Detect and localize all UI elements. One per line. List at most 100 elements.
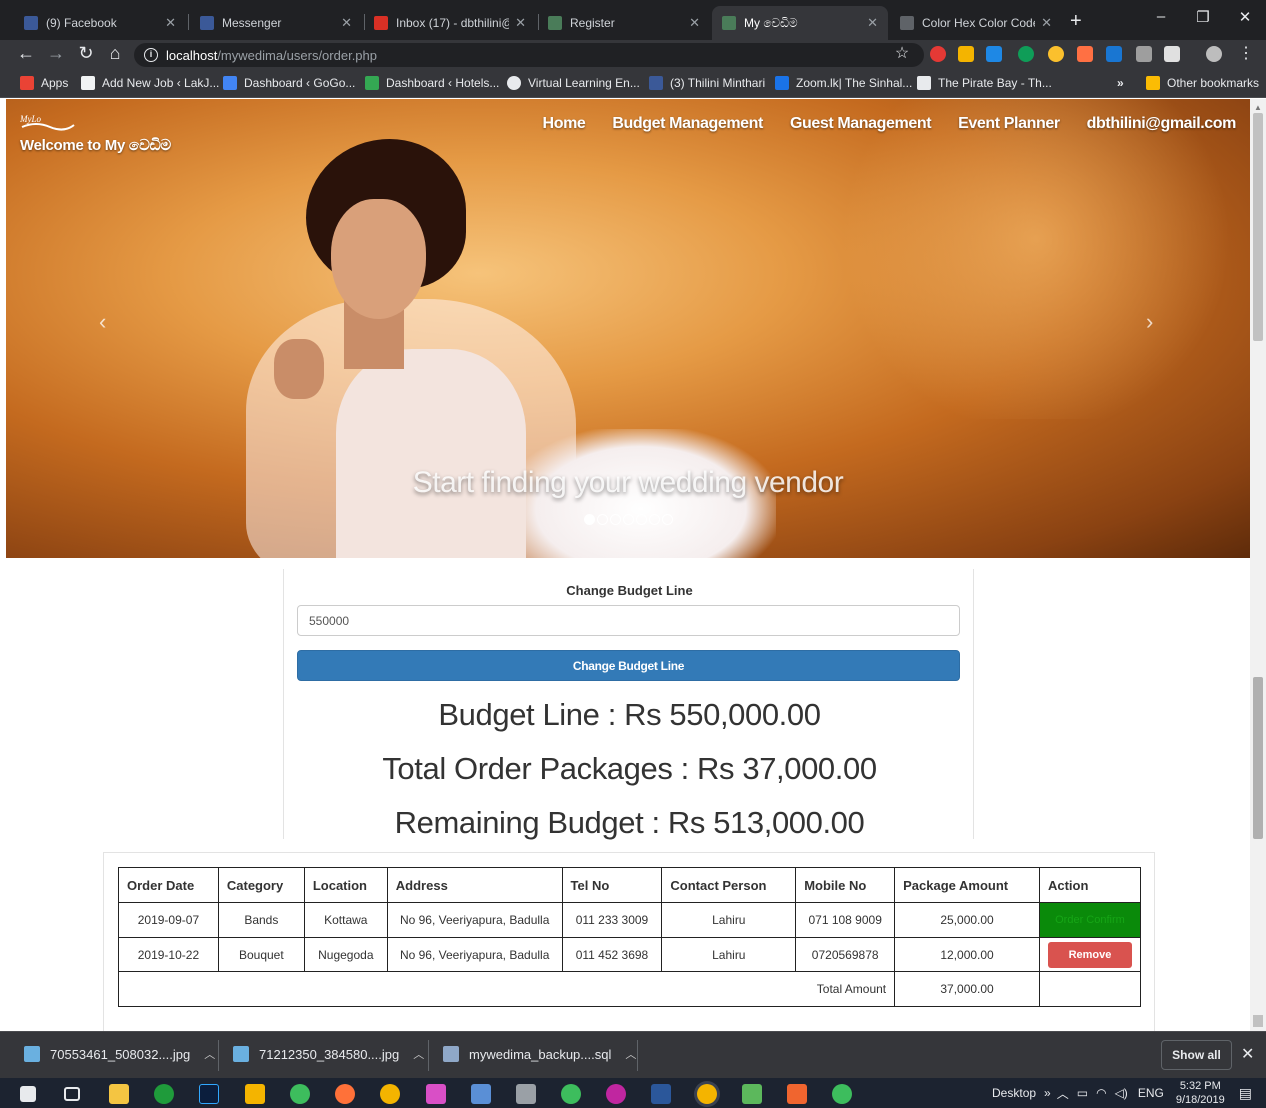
site-logo[interactable]: MyLo [20,113,76,131]
restore-button[interactable]: ❐ [1188,8,1218,26]
download-item[interactable]: 71212350_384580....jpg ︿ [233,1046,424,1062]
back-arrow-icon[interactable]: ← [14,43,38,64]
close-icon[interactable]: ✕ [1041,15,1052,31]
photoshop-icon[interactable] [199,1084,219,1104]
bookmarks-overflow-button[interactable]: » [1117,76,1124,90]
grammarly-icon[interactable] [1018,46,1034,62]
nav-home[interactable]: Home [543,115,586,133]
extension-icon[interactable] [1077,46,1093,62]
app-icon[interactable] [245,1084,265,1104]
bookmark-item[interactable]: Virtual Learning En... [507,76,640,90]
app-icon[interactable] [742,1084,762,1104]
close-icon[interactable]: ✕ [1241,1044,1254,1064]
carousel-dot[interactable] [635,514,647,525]
minimize-button[interactable]: – [1146,8,1176,25]
app-icon[interactable] [787,1084,807,1104]
nav-budget-management[interactable]: Budget Management [612,115,763,133]
scrollbar-thumb[interactable] [1253,113,1263,341]
extension-icon[interactable] [958,46,974,62]
bookmark-item[interactable]: (3) Thilini Minthari [649,76,765,90]
close-icon[interactable]: ✕ [867,15,878,31]
tab-color-codes[interactable]: Color Hex Color Codes ✕ [890,6,1062,40]
budget-line-input[interactable] [297,605,960,636]
carousel-prev-icon[interactable]: ‹ [99,309,106,335]
volume-icon[interactable]: ◁) [1115,1086,1128,1100]
task-view-icon[interactable] [64,1087,80,1101]
app-icon[interactable] [426,1084,446,1104]
show-all-downloads-button[interactable]: Show all [1161,1040,1232,1070]
bookmark-item[interactable]: Add New Job ‹ LakJ... [81,76,219,90]
extension-icon[interactable] [986,46,1002,62]
download-extension-icon[interactable] [1106,46,1122,62]
file-explorer-icon[interactable] [109,1084,129,1104]
info-icon[interactable]: i [144,48,158,62]
tab-facebook[interactable]: (9) Facebook ✕ [14,6,186,40]
bookmark-star-icon[interactable]: ☆ [890,43,914,63]
word-icon[interactable] [651,1084,671,1104]
nav-guest-management[interactable]: Guest Management [790,115,932,133]
download-item[interactable]: mywedima_backup....sql ︿ [443,1046,636,1062]
tab-my-wedima[interactable]: My වෙඩිම ✕ [712,6,888,40]
tab-register[interactable]: Register ✕ [538,6,710,40]
bookmark-item[interactable]: Dashboard ‹ GoGo... [223,76,355,90]
menu-dots-icon[interactable]: ⋮ [1234,43,1258,63]
windows-start-icon[interactable] [20,1086,36,1102]
chevron-up-icon[interactable]: ︿ [204,1046,215,1062]
app-icon[interactable] [516,1084,536,1104]
bookmark-other[interactable]: Other bookmarks [1146,76,1259,90]
extension-icon[interactable] [1164,46,1180,62]
extension-icon[interactable] [1136,46,1152,62]
chevron-up-icon[interactable]: ︿ [413,1046,424,1062]
chrome-icon[interactable] [697,1084,717,1104]
app-icon[interactable] [606,1084,626,1104]
desktop-toolbar-label[interactable]: Desktop [992,1086,1036,1100]
extension-icon[interactable] [930,46,946,62]
app-icon[interactable] [561,1084,581,1104]
new-tab-button[interactable]: + [1070,10,1082,33]
chevron-up-icon[interactable]: ︿ [625,1046,636,1062]
nav-event-planner[interactable]: Event Planner [958,115,1060,133]
carousel-dot[interactable] [622,514,634,525]
page-scrollbar[interactable]: ▲ [1250,99,1266,1031]
close-icon[interactable]: ✕ [689,15,700,31]
carousel-next-icon[interactable]: › [1146,309,1153,335]
close-window-button[interactable]: ✕ [1230,8,1260,26]
tab-messenger[interactable]: Messenger ✕ [190,6,362,40]
close-icon[interactable]: ✕ [165,15,176,31]
chevron-up-icon[interactable]: ︿ [1057,1085,1069,1102]
download-item[interactable]: 70553461_508032....jpg ︿ [24,1046,215,1062]
reload-icon[interactable]: ↻ [74,43,98,64]
address-bar[interactable]: i localhost/mywedima/users/order.php [134,43,924,67]
utorrent-icon[interactable] [154,1084,174,1104]
carousel-dot[interactable] [648,514,660,525]
wifi-icon[interactable]: ◠ [1096,1086,1106,1100]
carousel-dot[interactable] [583,514,595,525]
bookmark-apps[interactable]: Apps [20,76,68,90]
carousel-dot[interactable] [596,514,608,525]
battery-icon[interactable]: ▭ [1077,1086,1088,1100]
notifications-icon[interactable]: ▤ [1239,1085,1252,1102]
clock[interactable]: 5:32 PM 9/18/2019 [1176,1079,1225,1107]
bookmark-item[interactable]: Zoom.lk| The Sinhal... [775,76,912,90]
forward-arrow-icon[interactable]: → [44,43,68,64]
change-budget-line-button[interactable]: Change Budget Line [297,650,960,681]
bookmark-item[interactable]: Dashboard ‹ Hotels... [365,76,499,90]
close-icon[interactable]: ✕ [341,15,352,31]
tab-gmail[interactable]: Inbox (17) - dbthilini@ ✕ [364,6,536,40]
carousel-dot[interactable] [661,514,673,525]
nav-user-email[interactable]: dbthilini@gmail.com [1087,115,1237,133]
bookmark-item[interactable]: The Pirate Bay - Th... [917,76,1052,90]
home-icon[interactable]: ⌂ [103,43,127,64]
language-indicator[interactable]: ENG [1138,1086,1164,1100]
profile-avatar[interactable] [1206,46,1222,62]
carousel-dot[interactable] [609,514,621,525]
app-icon[interactable] [290,1084,310,1104]
extension-icon[interactable] [1048,46,1064,62]
app-icon[interactable] [832,1084,852,1104]
remove-order-button[interactable]: Remove [1047,941,1132,968]
order-confirm-button[interactable]: Order Confirm [1039,903,1140,937]
scrollbar-thumb-secondary[interactable] [1253,677,1263,839]
chevron-icon[interactable]: » [1044,1086,1051,1100]
chrome-icon[interactable] [380,1084,400,1104]
firefox-icon[interactable] [335,1084,355,1104]
